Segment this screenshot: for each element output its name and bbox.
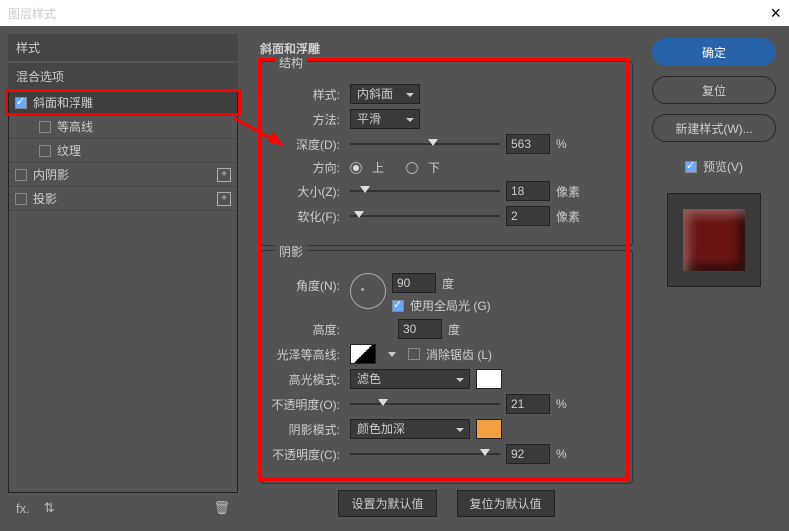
shadow-mode-label: 阴影模式: — [269, 421, 344, 438]
style-label: 样式: — [269, 86, 344, 103]
highlight-opacity-slider[interactable] — [350, 397, 500, 411]
shadow-mode-select[interactable]: 颜色加深 — [350, 419, 470, 439]
sidebar-item-label: 投影 — [33, 190, 57, 207]
soften-unit: 像素 — [556, 208, 586, 225]
soften-label: 软化(F): — [269, 208, 344, 225]
shadow-opacity-label: 不透明度(C): — [269, 446, 344, 463]
soften-slider[interactable] — [350, 209, 500, 223]
sidebar-item-contour[interactable]: 等高线 — [9, 115, 237, 139]
settings-panel: 斜面和浮雕 结构 样式: 内斜面 方法: 平滑 深度(D): 563 % — [246, 34, 641, 523]
close-icon[interactable]: × — [770, 3, 781, 24]
section-title: 斜面和浮雕 — [260, 40, 637, 57]
angle-label: 角度(N): — [269, 273, 344, 294]
soften-input[interactable]: 2 — [506, 206, 550, 226]
shadow-opacity-slider[interactable] — [350, 447, 500, 461]
altitude-label: 高度: — [269, 321, 344, 338]
trash-icon[interactable]: 🗑 — [213, 500, 230, 516]
preview-checkbox[interactable] — [685, 161, 697, 173]
angle-input[interactable]: 90 — [392, 273, 436, 293]
depth-label: 深度(D): — [269, 136, 344, 153]
gloss-contour-picker[interactable] — [350, 344, 376, 364]
highlight-opacity-input[interactable]: 21 — [506, 394, 550, 414]
highlight-mode-select[interactable]: 滤色 — [350, 369, 470, 389]
size-label: 大小(Z): — [269, 183, 344, 200]
gloss-label: 光泽等高线: — [269, 346, 344, 363]
style-select[interactable]: 内斜面 — [350, 84, 420, 104]
action-panel: 确定 复位 新建样式(W)... 预览(V) — [649, 34, 779, 523]
method-label: 方法: — [269, 111, 344, 128]
sidebar-item-label: 内阴影 — [33, 166, 69, 183]
antialias-label: 消除锯齿 (L) — [426, 346, 492, 363]
sidebar-header-blend[interactable]: 混合选项 — [8, 63, 238, 90]
highlight-mode-label: 高光模式: — [269, 371, 344, 388]
structure-group: 结构 样式: 内斜面 方法: 平滑 深度(D): 563 % 方向: — [260, 61, 633, 246]
checkbox-bevel[interactable] — [15, 97, 27, 109]
depth-unit: % — [556, 137, 586, 151]
globallight-checkbox[interactable] — [392, 300, 404, 312]
shading-group: 阴影 角度(N): 90 度 使用全局光 (G) — [260, 250, 633, 484]
shadow-color-swatch[interactable] — [476, 419, 502, 439]
reset-default-button[interactable]: 复位为默认值 — [457, 490, 555, 517]
group-title: 结构 — [275, 54, 307, 71]
chevron-up-down-icon[interactable]: ⇅ — [44, 500, 55, 516]
altitude-input[interactable]: 30 — [398, 319, 442, 339]
preview-thumbnail — [667, 193, 761, 287]
sidebar-item-label: 斜面和浮雕 — [33, 94, 93, 111]
sidebar-header-styles[interactable]: 样式 — [8, 34, 238, 61]
size-slider[interactable] — [350, 184, 500, 198]
globallight-label: 使用全局光 (G) — [410, 297, 491, 314]
sidebar-item-dropshadow[interactable]: 投影 + — [9, 187, 237, 211]
highlight-opacity-label: 不透明度(O): — [269, 396, 344, 413]
size-input[interactable]: 18 — [506, 181, 550, 201]
direction-label: 方向: — [269, 159, 344, 176]
window-title: 图层样式 — [8, 5, 56, 22]
sidebar-item-innershadow[interactable]: 内阴影 + — [9, 163, 237, 187]
sidebar-item-bevel[interactable]: 斜面和浮雕 — [9, 91, 237, 115]
sidebar-item-texture[interactable]: 纹理 — [9, 139, 237, 163]
direction-down-radio[interactable] — [406, 162, 418, 174]
add-icon[interactable]: + — [217, 192, 231, 206]
ok-button[interactable]: 确定 — [652, 38, 776, 66]
shadow-opacity-input[interactable]: 92 — [506, 444, 550, 464]
depth-input[interactable]: 563 — [506, 134, 550, 154]
checkbox-dropshadow[interactable] — [15, 193, 27, 205]
title-bar: 图层样式 × — [0, 0, 789, 26]
checkbox-contour[interactable] — [39, 121, 51, 133]
set-default-button[interactable]: 设置为默认值 — [338, 490, 436, 517]
sidebar-item-label: 等高线 — [57, 118, 93, 135]
cancel-button[interactable]: 复位 — [652, 76, 776, 104]
angle-wheel[interactable] — [350, 273, 386, 309]
chevron-down-icon[interactable] — [388, 352, 396, 357]
size-unit: 像素 — [556, 183, 586, 200]
effects-sidebar: 样式 混合选项 斜面和浮雕 等高线 纹理 内阴影 + — [8, 34, 238, 523]
checkbox-innershadow[interactable] — [15, 169, 27, 181]
highlight-color-swatch[interactable] — [476, 369, 502, 389]
sidebar-item-label: 纹理 — [57, 142, 81, 159]
add-icon[interactable]: + — [217, 168, 231, 182]
antialias-checkbox[interactable] — [408, 348, 420, 360]
method-select[interactable]: 平滑 — [350, 109, 420, 129]
checkbox-texture[interactable] — [39, 145, 51, 157]
direction-up-radio[interactable] — [350, 162, 362, 174]
depth-slider[interactable] — [350, 137, 500, 151]
new-style-button[interactable]: 新建样式(W)... — [652, 114, 776, 142]
preview-label: 预览(V) — [703, 158, 743, 175]
group-title: 阴影 — [275, 243, 307, 260]
fx-menu-icon[interactable]: fx. — [16, 501, 30, 516]
